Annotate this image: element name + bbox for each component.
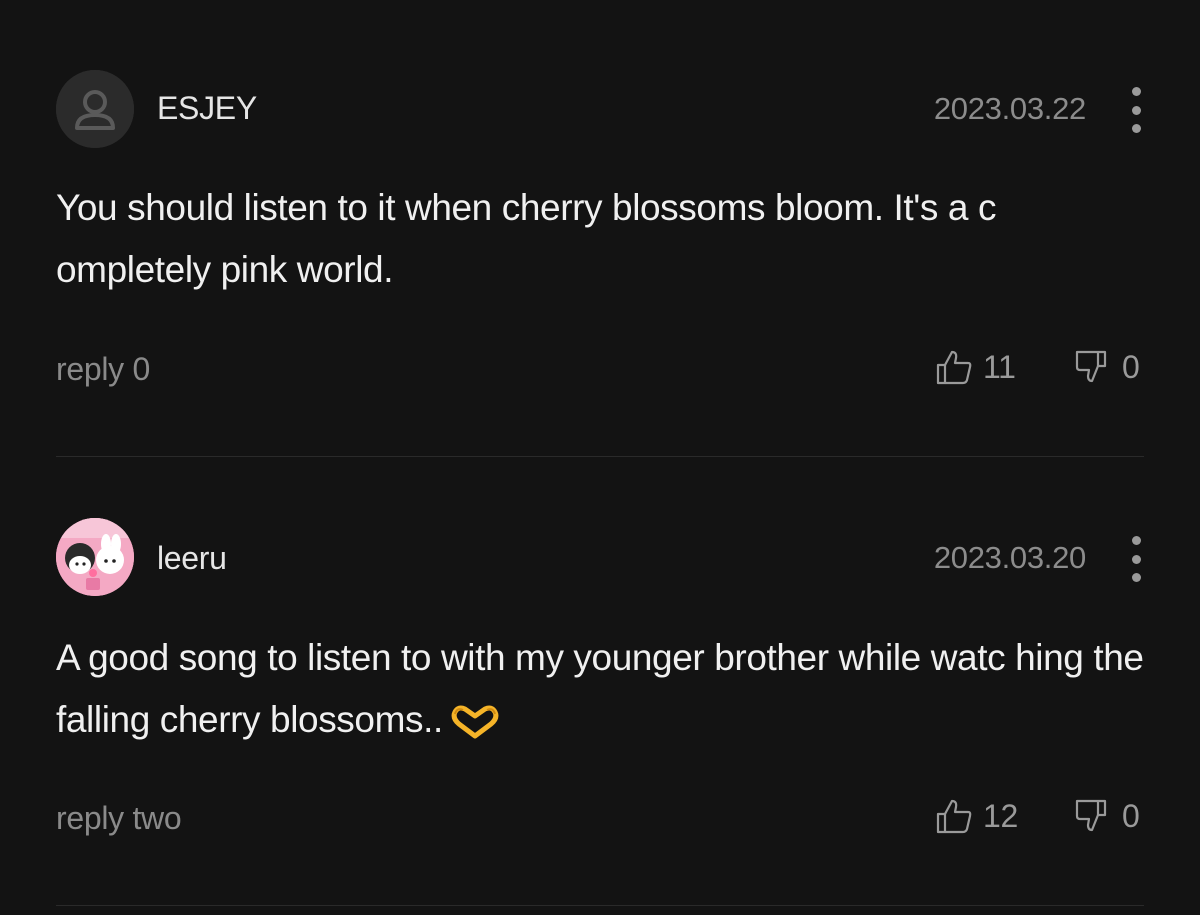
- avatar[interactable]: [56, 518, 134, 596]
- comment-date: 2023.03.20: [933, 540, 1086, 575]
- reply-button[interactable]: reply two: [56, 800, 182, 837]
- dislike-button[interactable]: 0: [1074, 348, 1140, 386]
- like-count: 12: [983, 797, 1018, 834]
- reply-button[interactable]: reply 0: [56, 351, 150, 388]
- like-count: 11: [983, 348, 1016, 385]
- more-options-icon[interactable]: [1124, 87, 1148, 133]
- like-button[interactable]: 12: [935, 797, 1018, 835]
- comment-date: 2023.03.22: [933, 91, 1086, 126]
- thumbs-down-icon: [1075, 350, 1107, 383]
- comment-text: A good song to listen to with my younger…: [56, 627, 1156, 751]
- comment-item: leeru 2023.03.20 A good song to listen t…: [0, 457, 1200, 905]
- user-icon: [56, 70, 134, 148]
- username[interactable]: ESJEY: [157, 90, 257, 127]
- thumbs-up-icon: [936, 799, 972, 834]
- username[interactable]: leeru: [157, 540, 227, 577]
- like-button[interactable]: 11: [935, 348, 1016, 386]
- dislike-count: 0: [1122, 348, 1140, 385]
- dislike-count: 0: [1122, 797, 1140, 834]
- heart-hands-emoji-icon: [451, 705, 499, 739]
- avatar[interactable]: [56, 70, 134, 148]
- more-options-icon[interactable]: [1124, 536, 1148, 582]
- comment-text: You should listen to it when cherry blos…: [56, 187, 997, 290]
- divider: [56, 905, 1144, 906]
- thumbs-down-icon: [1075, 799, 1107, 832]
- dislike-button[interactable]: 0: [1074, 797, 1140, 835]
- thumbs-up-icon: [936, 350, 972, 385]
- comment-text-content: A good song to listen to with my younger…: [56, 637, 1144, 740]
- comment-item: ESJEY 2023.03.22 You should listen to it…: [0, 0, 1200, 456]
- character-avatar-icon: [56, 518, 134, 596]
